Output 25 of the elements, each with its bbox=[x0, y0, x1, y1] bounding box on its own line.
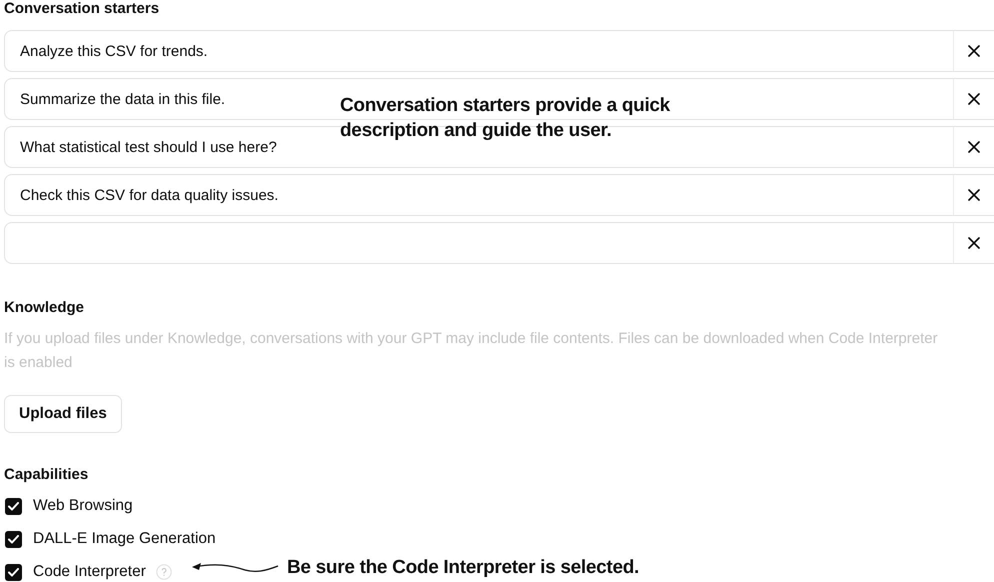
checkbox-label: DALL-E Image Generation bbox=[33, 530, 216, 548]
close-icon bbox=[968, 93, 980, 105]
close-icon bbox=[968, 189, 980, 201]
starter-text: Check this CSV for data quality issues. bbox=[20, 186, 278, 204]
checkbox-label: Code Interpreter bbox=[33, 563, 146, 581]
check-icon bbox=[8, 568, 19, 576]
checkbox-label: Web Browsing bbox=[33, 497, 133, 515]
annotation-text: Conversation starters provide a quick description and guide the user. bbox=[340, 94, 671, 143]
close-icon bbox=[968, 141, 980, 153]
starter-text: Analyze this CSV for trends. bbox=[20, 42, 208, 60]
check-icon bbox=[8, 534, 19, 544]
checkbox[interactable] bbox=[5, 564, 22, 580]
section-title: Knowledge bbox=[4, 300, 84, 316]
checkbox[interactable] bbox=[5, 498, 22, 514]
section-title: Capabilities bbox=[4, 467, 88, 483]
starter-text: Summarize the data in this file. bbox=[20, 90, 226, 108]
section-title: Conversation starters bbox=[4, 1, 160, 17]
close-icon bbox=[968, 45, 980, 57]
close-icon bbox=[968, 237, 980, 249]
checkbox[interactable] bbox=[5, 530, 22, 548]
upload-button[interactable]: Upload files bbox=[4, 395, 122, 433]
starter-text: What statistical test should I use here? bbox=[20, 138, 277, 156]
annotation-text: Be sure the Code Interpreter is selected. bbox=[287, 556, 639, 580]
check-icon bbox=[8, 502, 19, 510]
description-text: If you upload files under Knowledge, conversations with your GPT may include file contents. Files can be downloaded when Code Interpreter is enabled bbox=[4, 329, 939, 373]
